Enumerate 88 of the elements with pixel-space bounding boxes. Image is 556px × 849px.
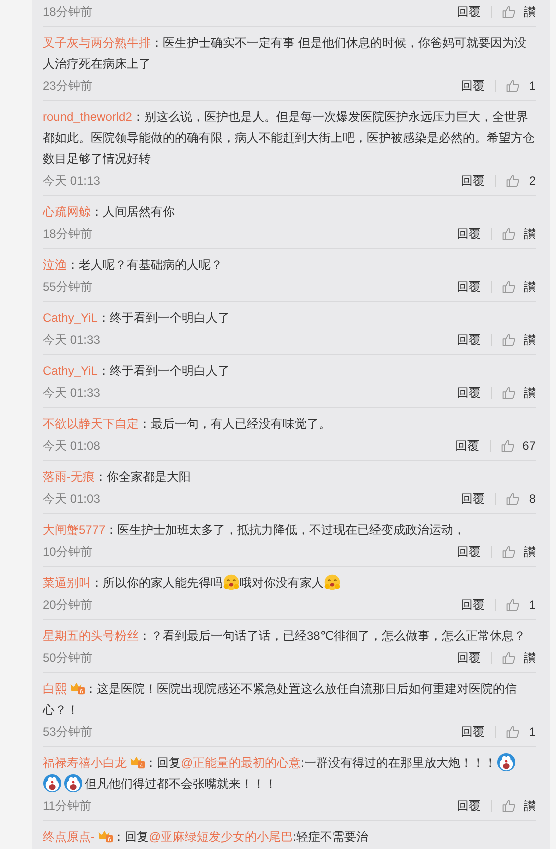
cartoon-face-icon [43, 774, 62, 793]
like-count: 1 [528, 725, 536, 739]
username-link[interactable]: round_theworld2 [43, 110, 132, 124]
timestamp: 23分钟前 [43, 78, 92, 94]
like-count: 2 [528, 174, 536, 188]
username-link[interactable]: Cathy_YiL [43, 364, 98, 378]
like-count: 1 [528, 79, 536, 93]
timestamp: 今天 01:33 [43, 384, 100, 402]
username-link[interactable]: 白熙 [43, 682, 67, 696]
reply-link[interactable]: 回覆 [457, 278, 481, 296]
timestamp: 55分钟前 [43, 278, 92, 296]
timestamp: 10分钟前 [43, 544, 92, 560]
timestamp: 今天 01:13 [43, 172, 100, 190]
like-count: 讃 [524, 278, 536, 296]
thumbs-up-icon[interactable] [502, 651, 516, 665]
reply-link[interactable]: 回覆 [457, 226, 481, 242]
timestamp: 今天 01:08 [43, 438, 100, 454]
thumbs-up-icon[interactable] [506, 492, 520, 506]
timestamp: 今天 01:03 [43, 490, 100, 508]
username-link[interactable]: 终点原点- [43, 830, 95, 844]
blushing-face-icon [324, 574, 341, 591]
comment-text: 叉子灰与两分熟牛排：医生护士确实不一定有事 但是他们休息的时候，你爸妈可就要因为没人治疗死在病床上了 [43, 35, 528, 73]
thumbs-up-icon[interactable] [506, 725, 520, 739]
like-count: 8 [528, 492, 536, 506]
reply-link[interactable]: 回覆 [457, 544, 481, 560]
username-link[interactable]: Cathy_YiL [43, 311, 98, 325]
like-count: 讃 [524, 544, 536, 560]
blushing-face-icon [223, 574, 240, 591]
mention-link[interactable]: @亚麻绿短发少女的小尾巴 [149, 830, 294, 844]
timestamp: 50分钟前 [43, 650, 92, 666]
timestamp: 18分钟前 [43, 226, 92, 242]
username-link[interactable]: 落雨-无痕 [43, 470, 95, 484]
username-link[interactable]: 泣渔 [43, 258, 67, 272]
comment-text: 泣渔：老人呢？有基础病的人呢？ [43, 257, 224, 274]
thumbs-up-icon[interactable] [500, 439, 515, 453]
cartoon-face-icon [496, 753, 516, 772]
timestamp: 53分钟前 [43, 724, 92, 740]
reply-link[interactable]: 回覆 [456, 438, 480, 454]
reply-link[interactable]: 回覆 [461, 596, 485, 614]
thumbs-up-icon[interactable] [502, 333, 516, 347]
like-count: 讃 [524, 650, 536, 666]
thumbs-up-icon[interactable] [502, 545, 516, 559]
like-count: 讃 [524, 332, 536, 348]
reply-link[interactable]: 回覆 [461, 172, 485, 190]
username-link[interactable]: 星期五的头号粉丝 [43, 629, 139, 643]
like-count: 讃 [524, 384, 536, 402]
comment-text: Cathy_YiL：终于看到一个明白人了 [43, 363, 231, 380]
like-count: 讃 [524, 4, 536, 20]
username-link[interactable]: 大闸蟹5777 [43, 523, 106, 537]
comment-text: Cathy_YiL：终于看到一个明白人了 [43, 310, 231, 327]
reply-link[interactable]: 回覆 [461, 724, 485, 740]
thumbs-up-icon[interactable] [502, 280, 516, 294]
thumbs-up-icon[interactable] [506, 598, 520, 612]
like-count: 67 [522, 439, 536, 453]
comment-text: 菜逼别叫：所以你的家人能先得吗 哦对你没有家人 [43, 573, 536, 594]
comment-text: 星期五的头号粉丝：？看到最后一句话了话，已经38℃徘徊了，怎么做事，怎么正常休息？ [43, 628, 527, 645]
username-link[interactable]: 不欲以静天下自定 [43, 417, 139, 431]
username-link[interactable]: 菜逼别叫 [43, 576, 91, 590]
thumbs-up-icon[interactable] [502, 799, 516, 813]
comment-text: 心疏网鲸：人间居然有你 [43, 204, 176, 221]
timestamp: 18分钟前 [43, 4, 92, 20]
timestamp: 20分钟前 [43, 596, 92, 614]
comment-text: 落雨-无痕：你全家都是大阳 [43, 469, 192, 486]
reply-link[interactable]: 回覆 [457, 332, 481, 348]
like-count: 1 [528, 598, 536, 612]
reply-link[interactable]: 回覆 [457, 798, 481, 814]
thumbs-up-icon[interactable] [506, 174, 520, 188]
comment-text: 不欲以静天下自定：最后一句，有人已经没有味觉了。 [43, 416, 332, 433]
reply-link[interactable]: 回覆 [461, 78, 485, 94]
timestamp: 今天 01:33 [43, 332, 100, 348]
thumbs-up-icon[interactable] [502, 5, 516, 19]
reply-link[interactable]: 回覆 [461, 490, 485, 508]
thumbs-up-icon[interactable] [506, 79, 520, 93]
mention-link[interactable]: @正能量的最初的心意 [181, 756, 302, 770]
comment-text: round_theworld2：别这么说，医护也是人。但是每一次爆发医院医护永远压力巨大，全世界都如此。医院领导能做的的确有限，病人不能赶到大街上吧，医护被感染是必然的。希望方仓数目足够了情况好转 [43, 109, 536, 168]
thumbs-up-icon[interactable] [502, 227, 516, 241]
like-count: 讃 [524, 798, 536, 814]
reply-link[interactable]: 回覆 [457, 4, 481, 20]
reply-link[interactable]: 回覆 [457, 650, 481, 666]
cartoon-face-icon [64, 774, 83, 793]
comment-text: 大闸蟹5777：医生护士加班太多了，抵抗力降低，不过现在已经变成政治运动， [43, 522, 467, 539]
reply-link[interactable]: 回覆 [457, 384, 481, 402]
username-link[interactable]: 福禄寿禧小白龙 [43, 756, 127, 770]
username-link[interactable]: 叉子灰与两分熟牛排 [43, 36, 151, 50]
timestamp: 11分钟前 [43, 798, 92, 814]
like-count: 讃 [524, 226, 536, 242]
username-link[interactable]: 心疏网鲸 [43, 205, 91, 219]
thumbs-up-icon[interactable] [502, 386, 516, 400]
